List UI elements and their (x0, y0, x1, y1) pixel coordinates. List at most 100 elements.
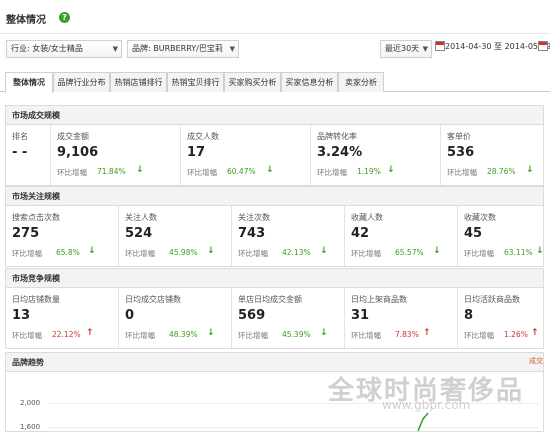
metric-value: 9,106 (57, 145, 99, 160)
metric-follow-count: 关注次数 743 环比增幅 42.13% ↓ (231, 206, 344, 266)
arrow-down-icon: ↓ (207, 246, 215, 256)
metric-compare-label: 环比增幅 (464, 331, 494, 340)
metric-daily-trading-shops: 日均成交店铺数 0 环比增幅 48.39% ↓ (118, 288, 231, 348)
metric-change: 45.39% (282, 330, 311, 339)
metric-value: 45 (464, 226, 483, 241)
help-icon[interactable]: ? (59, 12, 70, 23)
metric-compare-label: 环比增幅 (238, 249, 268, 258)
metric-value: 536 (447, 145, 475, 160)
section-title: 市场成交规模 (6, 106, 543, 125)
y-tick-label: 1,600 (20, 423, 41, 431)
arrow-down-icon: ↓ (136, 165, 144, 175)
metric-compare-label: 环比增幅 (447, 168, 477, 177)
industry-select-value: 行业: 女装/女士精品 (11, 44, 83, 53)
metric-trade-amount: 成交金额 9,106 环比增幅 71.84% ↓ (50, 125, 180, 185)
gridline (48, 427, 539, 428)
metric-value: 0 (125, 308, 135, 323)
metric-compare-label: 环比增幅 (317, 168, 347, 177)
metric-compare-label: 环比增幅 (125, 331, 155, 340)
tab-buyer-purchase[interactable]: 买家购买分析 (224, 72, 281, 92)
metric-change: 22.12% (52, 330, 81, 339)
tab-hot-items[interactable]: 热销宝贝排行 (167, 72, 224, 92)
metric-label: 排名 (12, 132, 28, 141)
tab-overview[interactable]: 整体情况 (5, 72, 53, 93)
start-date: 2014-04-30 (445, 42, 492, 51)
metric-change: 1.26% (504, 330, 528, 339)
arrow-down-icon: ↓ (88, 246, 96, 256)
watermark-url: www.gbpr.com (382, 398, 471, 412)
metric-label: 日均上架商品数 (351, 295, 407, 304)
metric-label: 成交金额 (57, 132, 89, 141)
calendar-icon[interactable] (538, 41, 548, 51)
arrow-down-icon: ↓ (526, 165, 534, 175)
metric-value: 8 (464, 308, 474, 323)
metric-shop-daily-amount: 单店日均成交金额 569 环比增幅 45.39% ↓ (231, 288, 344, 348)
calendar-icon[interactable] (435, 41, 445, 51)
chevron-down-icon: ▼ (112, 45, 118, 53)
arrow-down-icon: ↓ (536, 246, 544, 256)
arrow-down-icon: ↓ (207, 328, 215, 338)
metric-daily-shops: 日均店铺数量 13 环比增幅 22.12% ↑ (6, 288, 118, 348)
section-title: 市场关注规模 (6, 187, 543, 206)
date-range[interactable]: 2014-04-30 至 2014-05-29 (445, 41, 550, 52)
metric-compare-label: 环比增幅 (12, 331, 42, 340)
metric-value: 13 (12, 308, 31, 323)
metric-label: 单店日均成交金额 (238, 295, 302, 304)
metric-compare-label: 环比增幅 (351, 331, 381, 340)
metric-label: 收藏次数 (464, 213, 496, 222)
trend-side-tag[interactable]: 成交 (529, 356, 543, 366)
metric-value: 31 (351, 308, 370, 323)
metric-change: 71.84% (97, 167, 126, 176)
tab-hot-shops[interactable]: 热销店铺排行 (110, 72, 167, 92)
period-select-value: 最近30天 (385, 44, 420, 53)
brand-select[interactable]: 品牌: BURBERRY/巴宝莉 ▼ (127, 40, 239, 58)
metric-label: 日均店铺数量 (12, 295, 60, 304)
trade-scale-panel: 市场成交规模 排名 - - 成交金额 9,106 环比增幅 71.84% ↓ 成… (5, 105, 544, 186)
arrow-up-icon: ↑ (86, 328, 94, 338)
metric-value: 569 (238, 308, 266, 323)
metric-favorite-count: 收藏次数 45 环比增幅 63.11% ↓ (457, 206, 545, 266)
section-title: 市场竞争规模 (6, 269, 543, 288)
metric-daily-active-items: 日均活跃商品数 8 环比增幅 1.26% ↑ (457, 288, 545, 348)
metric-change: 42.13% (282, 248, 311, 257)
metric-trade-buyers: 成交人数 17 环比增幅 60.47% ↓ (180, 125, 310, 185)
metric-compare-label: 环比增幅 (187, 168, 217, 177)
brand-select-value: 品牌: BURBERRY/巴宝莉 (132, 44, 223, 53)
metric-value: 743 (238, 226, 266, 241)
metric-compare-label: 环比增幅 (125, 249, 155, 258)
metric-change: 65.8% (56, 248, 80, 257)
metric-label: 客单价 (447, 132, 471, 141)
period-select[interactable]: 最近30天 ▼ (380, 40, 432, 58)
metric-compare-label: 环比增幅 (238, 331, 268, 340)
metric-label: 品牌转化率 (317, 132, 357, 141)
tab-brand-distribution[interactable]: 品牌行业分布 (53, 72, 110, 92)
metric-compare-label: 环比增幅 (351, 249, 381, 258)
metric-rank: 排名 - - (6, 125, 50, 185)
metric-avg-order: 客单价 536 环比增幅 28.76% ↓ (440, 125, 545, 185)
metric-label: 日均活跃商品数 (464, 295, 520, 304)
metric-change: 7.83% (395, 330, 419, 339)
chevron-down-icon: ▼ (422, 45, 428, 53)
industry-select[interactable]: 行业: 女装/女士精品 ▼ (6, 40, 122, 58)
metric-change: 1.19% (357, 167, 381, 176)
metric-daily-listed-items: 日均上架商品数 31 环比增幅 7.83% ↑ (344, 288, 457, 348)
arrow-down-icon: ↓ (387, 165, 395, 175)
tab-buyer-info[interactable]: 买家信息分析 (281, 72, 338, 92)
metric-change: 28.76% (487, 167, 516, 176)
metric-favoriters: 收藏人数 42 环比增幅 65.57% ↓ (344, 206, 457, 266)
arrow-up-icon: ↑ (531, 328, 539, 338)
arrow-down-icon: ↓ (320, 246, 328, 256)
metric-conversion-rate: 品牌转化率 3.24% 环比增幅 1.19% ↓ (310, 125, 440, 185)
chevron-down-icon: ▼ (229, 45, 235, 53)
metric-change: 48.39% (169, 330, 198, 339)
metric-change: 63.11% (504, 248, 533, 257)
tab-seller-analysis[interactable]: 卖家分析 (338, 72, 384, 92)
arrow-down-icon: ↓ (320, 328, 328, 338)
metric-compare-label: 环比增幅 (464, 249, 494, 258)
metric-value: - - (12, 145, 28, 160)
metric-change: 45.98% (169, 248, 198, 257)
metric-search-clicks: 搜索点击次数 275 环比增幅 65.8% ↓ (6, 206, 118, 266)
y-tick-label: 2,000 (20, 399, 41, 407)
page-header: 整体情况 ? (0, 0, 550, 34)
trend-line (417, 412, 429, 431)
